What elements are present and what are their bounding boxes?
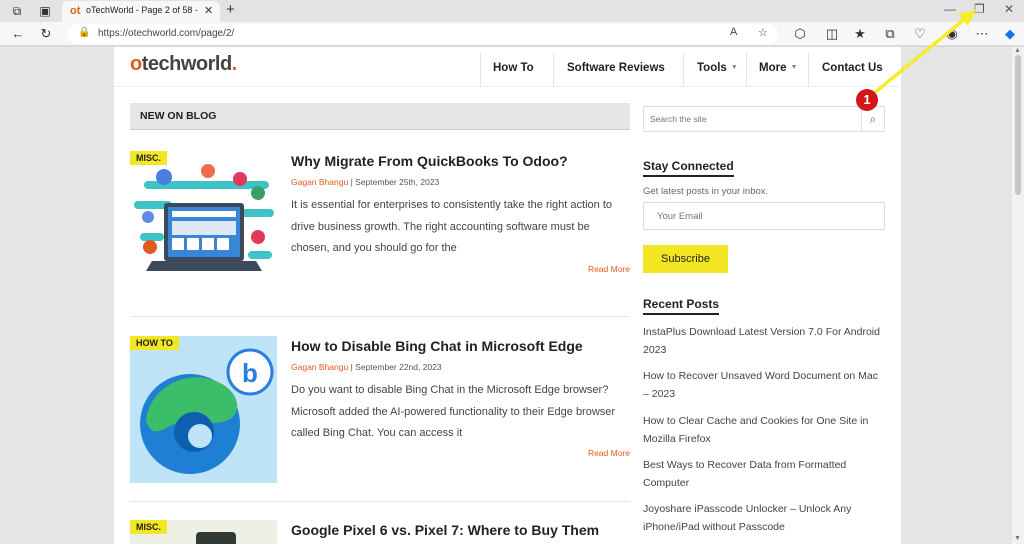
browser-title-bar: ⧉ ▣ ot oTechWorld - Page 2 of 58 - The ✕… [0, 0, 1024, 22]
post-thumbnail[interactable]: MISC. [130, 520, 277, 544]
copilot-icon[interactable]: ◆ [1002, 26, 1018, 42]
email-field[interactable] [643, 202, 885, 230]
page-scrollbar[interactable]: ▲ ▼ [1012, 47, 1024, 544]
browser-tab-active[interactable]: ot oTechWorld - Page 2 of 58 - The ✕ [62, 1, 220, 22]
workspaces-icon[interactable]: ⧉ [10, 4, 24, 18]
logo-text: techworld [141, 53, 232, 75]
refresh-icon[interactable]: ↻ [38, 26, 54, 42]
scroll-up-icon[interactable]: ▲ [1014, 47, 1021, 54]
minimize-icon[interactable]: — [944, 2, 956, 16]
favorite-star-icon[interactable]: ☆ [758, 26, 768, 39]
scroll-down-icon[interactable]: ▼ [1014, 535, 1021, 542]
lock-icon: 🔒 [78, 27, 91, 38]
menu-label: More [759, 62, 787, 74]
new-tab-icon[interactable]: + [226, 1, 235, 18]
page-viewport: otechworld. How To Software Reviews Tool… [0, 47, 1012, 544]
menu-divider [808, 53, 809, 87]
recent-post-link[interactable]: Joyoshare iPasscode Unlocker – Unlock An… [643, 500, 885, 536]
recent-posts-title: Recent Posts [643, 297, 720, 315]
post-date: September 25th, 2023 [355, 177, 440, 187]
annotation-number-badge: 1 [856, 89, 878, 111]
menu-divider [683, 53, 684, 87]
post-excerpt: It is essential for enterprises to consi… [291, 199, 612, 254]
split-screen-icon[interactable]: ◫ [824, 26, 840, 42]
menu-software-reviews[interactable]: Software Reviews [567, 47, 665, 87]
post-item: MISC. Why Migrate From QuickBooks To Odo… [130, 151, 630, 317]
tab-close-icon[interactable]: ✕ [204, 4, 213, 17]
menu-label: How To [493, 62, 534, 74]
category-badge[interactable]: MISC. [130, 151, 168, 165]
profile-icon[interactable]: ◉ [944, 26, 960, 42]
post-thumbnail[interactable]: b HOW TO [130, 336, 277, 483]
menu-tools[interactable]: Tools ▼ [697, 47, 738, 87]
menu-label: Contact Us [822, 62, 883, 74]
post-date: September 22nd, 2023 [355, 362, 442, 372]
post-author[interactable]: Gagan Bhangu [291, 177, 348, 187]
section-title: NEW ON BLOG [140, 110, 217, 122]
svg-text:b: b [242, 358, 258, 388]
site-search: ⌕ [643, 106, 885, 132]
stay-connected-title: Stay Connected [643, 159, 734, 177]
subscribe-button[interactable]: Subscribe [643, 245, 728, 273]
post-title[interactable]: Google Pixel 6 vs. Pixel 7: Where to Buy… [291, 522, 599, 538]
site-header: otechworld. How To Software Reviews Tool… [114, 47, 901, 87]
read-more-link[interactable]: Read More [588, 448, 630, 458]
edge-bing-illustration: b [130, 336, 277, 483]
post-divider [130, 501, 630, 502]
more-menu-icon[interactable]: ⋯ [974, 26, 990, 42]
menu-label: Tools [697, 62, 727, 74]
phone-image [196, 532, 236, 544]
url-text[interactable]: https://otechworld.com/page/2/ [98, 28, 234, 39]
post-meta: Gagan Bhangu | September 22nd, 2023 [291, 362, 442, 372]
post-meta: Gagan Bhangu | September 25th, 2023 [291, 177, 439, 187]
scroll-thumb[interactable] [1015, 55, 1021, 195]
tab-title: oTechWorld - Page 2 of 58 - The [86, 5, 198, 15]
post-title[interactable]: Why Migrate From QuickBooks To Odoo? [291, 153, 568, 169]
browser-toolbar: ← ↻ 🔒 https://otechworld.com/page/2/ A ☆… [0, 22, 1024, 46]
menu-divider [746, 53, 747, 87]
search-input[interactable] [644, 107, 862, 131]
stay-connected-subtitle: Get latest posts in your inbox. [643, 186, 769, 197]
menu-contact-us[interactable]: Contact Us [822, 47, 883, 87]
collections-icon[interactable]: ⧉ [882, 26, 898, 42]
menu-divider [480, 53, 481, 87]
post-thumbnail[interactable]: MISC. [130, 151, 277, 298]
menu-divider [553, 53, 554, 87]
browser-essentials-icon[interactable]: ♡ [912, 26, 928, 42]
recent-post-link[interactable]: InstaPlus Download Latest Version 7.0 Fo… [643, 323, 885, 359]
restore-icon[interactable]: ❐ [974, 2, 985, 16]
category-badge[interactable]: HOW TO [130, 336, 179, 350]
menu-more[interactable]: More ▼ [759, 47, 797, 87]
menu-label: Software Reviews [567, 62, 665, 74]
post-item: MISC. Google Pixel 6 vs. Pixel 7: Where … [130, 520, 630, 544]
extensions-icon[interactable]: ⬡ [792, 26, 808, 42]
post-item: b HOW TO How to Disable Bing Chat in Mic… [130, 336, 630, 502]
address-bar[interactable]: 🔒 https://otechworld.com/page/2/ A ☆ [68, 24, 778, 44]
post-author[interactable]: Gagan Bhangu [291, 362, 348, 372]
back-icon[interactable]: ← [10, 26, 26, 42]
close-window-icon[interactable]: ✕ [1004, 2, 1014, 16]
site-favicon-icon: ot [70, 5, 81, 17]
chevron-down-icon: ▼ [730, 64, 738, 71]
recent-post-link[interactable]: How to Recover Unsaved Word Document on … [643, 367, 885, 403]
recent-post-link[interactable]: How to Clear Cache and Cookies for One S… [643, 412, 885, 448]
post-title[interactable]: How to Disable Bing Chat in Microsoft Ed… [291, 338, 583, 354]
read-more-link[interactable]: Read More [588, 264, 630, 274]
site-container: otechworld. How To Software Reviews Tool… [114, 47, 901, 544]
chevron-down-icon: ▼ [790, 64, 798, 71]
recent-post-link[interactable]: Best Ways to Recover Data from Formatted… [643, 456, 885, 492]
section-heading: NEW ON BLOG [130, 103, 630, 130]
tab-actions-icon[interactable]: ▣ [38, 4, 52, 18]
menu-how-to[interactable]: How To [493, 47, 534, 87]
favorites-icon[interactable]: ★ [852, 26, 868, 42]
post-divider [130, 316, 630, 317]
site-logo[interactable]: otechworld. [130, 53, 237, 76]
read-aloud-icon[interactable]: A [730, 26, 737, 38]
category-badge[interactable]: MISC. [130, 520, 168, 534]
laptop-illustration [130, 151, 277, 298]
logo-dot: . [231, 53, 238, 75]
post-excerpt: Do you want to disable Bing Chat in the … [291, 384, 616, 439]
logo-o: o [130, 53, 142, 75]
